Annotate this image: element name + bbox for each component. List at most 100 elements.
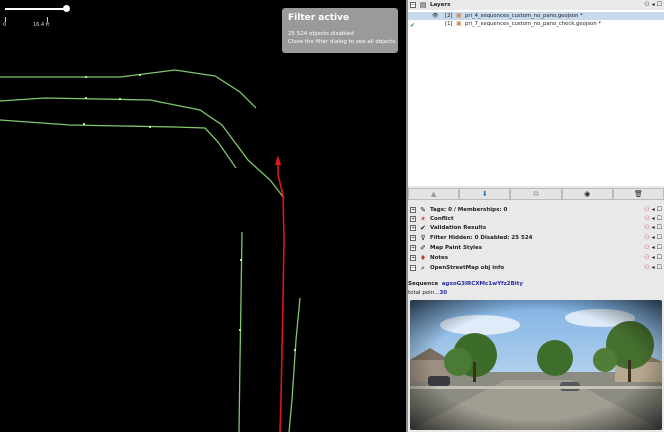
close-icon[interactable]: ☐ [657,254,662,261]
dialog-label: Filter Hidden: 0 Disabled: 25 524 [430,235,533,241]
move-down-icon[interactable]: ⬇ [459,188,511,200]
track-vertices [82,73,297,352]
dialog-label: Map Paint Styles [430,245,483,251]
help-icon[interactable]: ◂ [652,215,655,222]
help-icon[interactable]: ◂ [652,224,655,231]
help-icon[interactable]: ◂ [652,234,655,241]
pin-icon: ♦ [419,253,427,262]
layers-header[interactable]: − ▤ Layers ⚇ ◂ ☐ [408,0,664,10]
merge-icon[interactable]: ⧉ [510,188,562,200]
dialog-paint-styles[interactable]: + ✐ Map Paint Styles ⚇ ◂ ☐ [408,243,664,253]
header-buttons: ⚇ ◂ ☐ [644,224,662,231]
detach-icon[interactable]: ⚇ [644,234,649,241]
header-buttons: ⚇ ◂ ☐ [644,234,662,241]
help-icon[interactable]: ◂ [652,244,655,251]
help-icon[interactable]: ◂ [652,1,655,8]
dialog-notes[interactable]: + ♦ Notes ⚇ ◂ ☐ [408,253,664,263]
layer-index: [2] [445,13,453,19]
track-green-2[interactable] [0,97,285,199]
header-buttons: ⚇ ◂ ☐ [644,1,662,8]
scale-line [5,8,67,10]
dialog-filter[interactable]: + ⊽ Filter Hidden: 0 Disabled: 25 524 ⚇ … [408,233,664,243]
layers-title: Layers [430,2,451,8]
expand-toggle[interactable]: + [410,255,416,261]
layer-toolbar: ▲ ⬇ ⧉ ◉ 🗑 [408,188,664,200]
detach-icon[interactable]: ⚇ [644,244,649,251]
help-icon[interactable]: ◂ [652,264,655,271]
track-green-1[interactable] [0,69,257,109]
layer-name: pri_7_sequences_custom_no_pano_check.geo… [465,21,602,27]
expand-toggle[interactable]: − [410,265,416,271]
move-up-icon[interactable]: ▲ [408,188,460,200]
filter-popup-title: Filter active [288,13,350,23]
filter-icon: ⊽ [420,233,426,242]
header-buttons: ⚇ ◂ ☐ [644,244,662,251]
track-green-4[interactable] [238,231,243,432]
header-buttons: ⚇ ◂ ☐ [644,264,662,271]
magnifier-icon: ⌕ [421,263,425,272]
expand-toggle[interactable]: + [410,207,416,213]
sequence-id-link[interactable]: agxoG3IRCXMc1wYfz2Bity [442,281,523,287]
header-buttons: ⚇ ◂ ☐ [644,254,662,261]
close-icon[interactable]: ☐ [657,264,662,271]
dialog-label: OpenStreetMap obj info [430,265,505,271]
close-icon[interactable]: ☐ [657,215,662,222]
layer-index: [1] [445,21,453,27]
dialog-osm-info[interactable]: − ⌕ OpenStreetMap obj info ⚇ ◂ ☐ [408,263,664,273]
close-icon[interactable]: ☐ [657,224,662,231]
delete-icon[interactable]: 🗑 [612,188,664,200]
tags-icon: ✎ [420,205,426,214]
scale-zero-label: 0 [3,22,7,28]
detach-icon[interactable]: ⚇ [644,215,649,222]
help-icon[interactable]: ◂ [652,206,655,213]
detach-icon[interactable]: ⚇ [644,254,649,261]
street-level-photo[interactable] [410,300,662,430]
map-view[interactable]: 0 16.4 ft Filter active 25 524 objects d… [0,0,406,432]
close-icon[interactable]: ☐ [657,234,662,241]
expand-toggle[interactable]: + [410,216,416,222]
paint-icon: ✐ [420,243,426,252]
close-icon[interactable]: ☐ [657,206,662,213]
total-points-value: 30 [439,290,448,296]
right-sidebar: − ▤ Layers ⚇ ◂ ☐ ✔ 👁 [2] ▣ pri_4_sequenc… [408,0,664,432]
expand-toggle[interactable]: + [410,235,416,241]
close-icon[interactable]: ☐ [657,244,662,251]
help-icon[interactable]: ◂ [652,254,655,261]
dialog-label: Tags: 0 / Memberships: 0 [430,207,508,213]
layer-list: ✔ 👁 [2] ▣ pri_4_sequences_custom_no_pano… [408,10,664,186]
scale-bar: 0 16.4 ft [3,3,73,28]
dialog-label: Validation Results [430,225,487,231]
header-buttons: ⚇ ◂ ☐ [644,206,662,213]
expand-toggle[interactable]: + [410,225,416,231]
sequence-label: Sequence [408,281,439,287]
layer-row[interactable]: [1] ▣ pri_7_sequences_custom_no_pano_che… [408,20,664,28]
filter-popup-count: 25 524 objects disabled [288,31,354,37]
detach-icon[interactable]: ⚇ [644,206,649,213]
layer-row[interactable]: 👁 [2] ▣ pri_4_sequences_custom_no_pano.g… [408,12,664,20]
collapse-toggle[interactable]: − [410,2,416,8]
red-arrow-head [275,155,281,165]
track-red[interactable] [277,160,285,432]
expand-toggle[interactable]: + [410,245,416,251]
filter-popup-hint: Close the filter dialog to see all objec… [288,39,397,45]
eye-icon[interactable]: 👁 [432,13,440,19]
detach-icon[interactable]: ⚇ [644,224,649,231]
total-points-label: total poin... [408,290,440,296]
check-icon: ✔ [420,223,426,232]
data-layer-icon: ▣ [456,12,462,19]
street-photo-image [410,300,662,430]
track-green-5[interactable] [288,297,301,432]
close-icon[interactable]: ☐ [657,1,662,8]
scale-distance-label: 16.4 ft [33,22,50,28]
data-layer-icon: ▣ [456,20,462,27]
visibility-icon[interactable]: ◉ [561,188,613,200]
dialog-validation[interactable]: + ✔ Validation Results ⚇ ◂ ☐ [408,223,664,233]
detach-icon[interactable]: ⚇ [644,1,649,8]
map-tracks[interactable] [0,0,406,432]
track-green-3[interactable] [0,119,237,169]
dialog-label: Notes [430,255,449,261]
layers-icon: ▤ [419,0,427,9]
scale-slider-knob[interactable] [63,5,70,12]
total-points: total poin...30 [408,290,447,296]
detach-icon[interactable]: ⚇ [644,264,649,271]
